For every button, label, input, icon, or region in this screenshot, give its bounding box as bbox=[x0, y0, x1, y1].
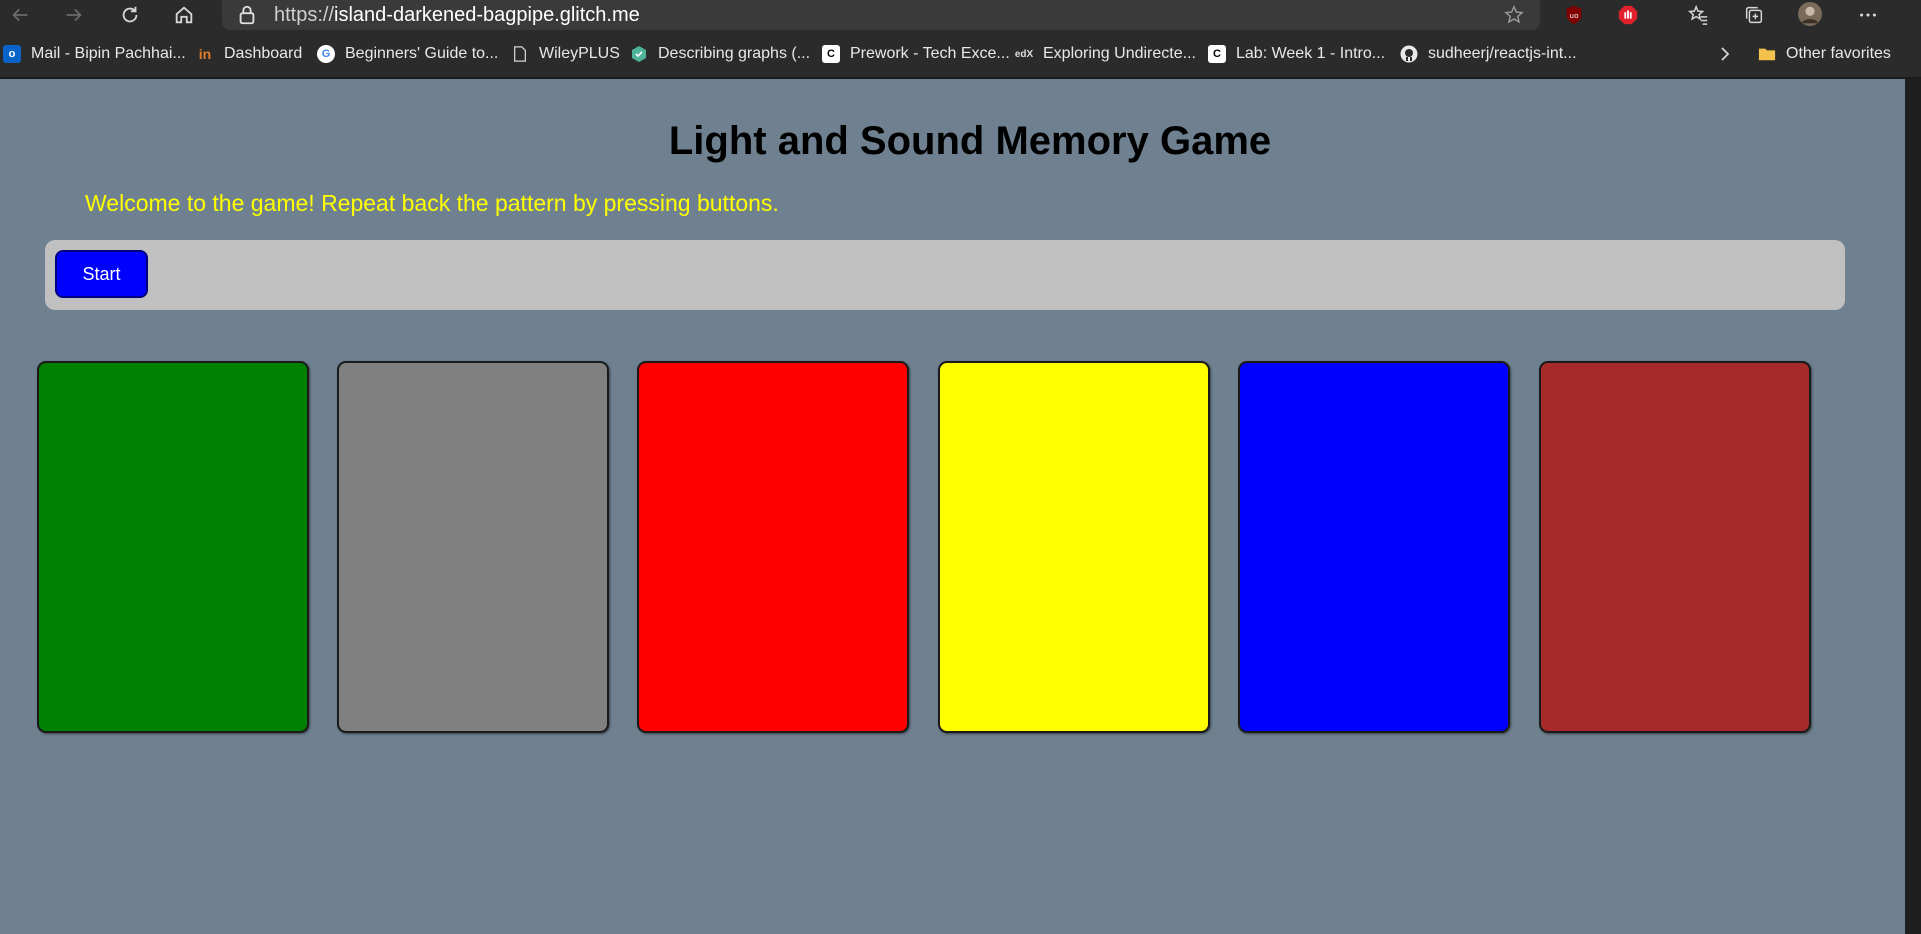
collections-icon[interactable] bbox=[1742, 3, 1766, 27]
ublock-extension-icon[interactable]: uo bbox=[1562, 3, 1586, 27]
c-icon: C bbox=[1208, 45, 1226, 63]
bookmarks-bar: o Mail - Bipin Pachhai... in Dashboard G… bbox=[0, 30, 1921, 78]
address-bar[interactable]: https://island-darkened-bagpipe.glitch.m… bbox=[222, 0, 1540, 30]
scrollbar[interactable] bbox=[1905, 79, 1921, 934]
game-button-red[interactable] bbox=[637, 361, 909, 733]
url-scheme: https:// bbox=[274, 3, 335, 26]
folder-icon bbox=[1758, 45, 1776, 63]
bookmark-item[interactable]: WileyPLUS bbox=[511, 39, 620, 69]
forward-arrow-icon bbox=[66, 8, 82, 22]
bookmark-item[interactable]: in Dashboard bbox=[196, 39, 303, 69]
back-button[interactable] bbox=[2, 0, 38, 30]
game-button-gray[interactable] bbox=[337, 361, 609, 733]
forward-button[interactable] bbox=[56, 0, 92, 30]
profile-avatar[interactable] bbox=[1798, 2, 1822, 26]
hexagon-icon bbox=[630, 45, 648, 63]
c-icon: C bbox=[822, 45, 840, 63]
outlook-icon: o bbox=[3, 45, 21, 63]
game-button-green[interactable] bbox=[37, 361, 309, 733]
game-button-brown[interactable] bbox=[1539, 361, 1811, 733]
bookmark-item[interactable]: o Mail - Bipin Pachhai... bbox=[3, 39, 186, 69]
add-favorite-icon[interactable] bbox=[1502, 4, 1526, 26]
home-button[interactable] bbox=[166, 0, 202, 30]
lock-icon bbox=[239, 5, 255, 25]
google-icon: G bbox=[317, 45, 335, 63]
page-content: Light and Sound Memory Game Welcome to t… bbox=[0, 79, 1905, 934]
edx-icon: edX bbox=[1014, 48, 1034, 60]
bookmark-item[interactable]: edX Exploring Undirecte... bbox=[1015, 39, 1196, 69]
game-button-blue[interactable] bbox=[1238, 361, 1510, 733]
refresh-icon bbox=[122, 6, 138, 23]
other-favorites[interactable]: Other favorites bbox=[1758, 39, 1891, 69]
browser-toolbar: https://island-darkened-bagpipe.glitch.m… bbox=[0, 0, 1921, 30]
more-bookmarks-chevron[interactable] bbox=[1716, 39, 1734, 69]
url-host: island-darkened-bagpipe.glitch.me bbox=[334, 3, 640, 26]
chevron-right-icon bbox=[1721, 47, 1730, 61]
back-arrow-icon bbox=[12, 8, 28, 22]
start-button[interactable]: Start bbox=[55, 250, 148, 298]
adblock-extension-icon[interactable] bbox=[1616, 3, 1640, 27]
home-icon bbox=[175, 6, 193, 24]
bookmark-item[interactable]: G Beginners' Guide to... bbox=[317, 39, 498, 69]
bookmark-item[interactable]: Describing graphs (... bbox=[630, 39, 810, 69]
bookmark-item[interactable]: sudheerj/reactjs-int... bbox=[1400, 39, 1577, 69]
page-title: Light and Sound Memory Game bbox=[668, 119, 1272, 163]
page-icon bbox=[511, 45, 529, 63]
svg-text:uo: uo bbox=[1569, 11, 1579, 20]
refresh-button[interactable] bbox=[112, 0, 148, 30]
game-button-yellow[interactable] bbox=[938, 361, 1210, 733]
bookmark-item[interactable]: C Lab: Week 1 - Intro... bbox=[1208, 39, 1385, 69]
bookmark-item[interactable]: C Prework - Tech Exce... bbox=[822, 39, 1010, 69]
browser-window: https://island-darkened-bagpipe.glitch.m… bbox=[0, 0, 1921, 934]
control-panel: Start bbox=[45, 240, 1845, 310]
welcome-message: Welcome to the game! Repeat back the pat… bbox=[85, 190, 779, 216]
github-icon bbox=[1400, 45, 1418, 63]
favorites-icon[interactable] bbox=[1686, 3, 1710, 27]
dashboard-icon: in bbox=[198, 46, 212, 62]
more-menu-icon[interactable] bbox=[1856, 3, 1880, 27]
